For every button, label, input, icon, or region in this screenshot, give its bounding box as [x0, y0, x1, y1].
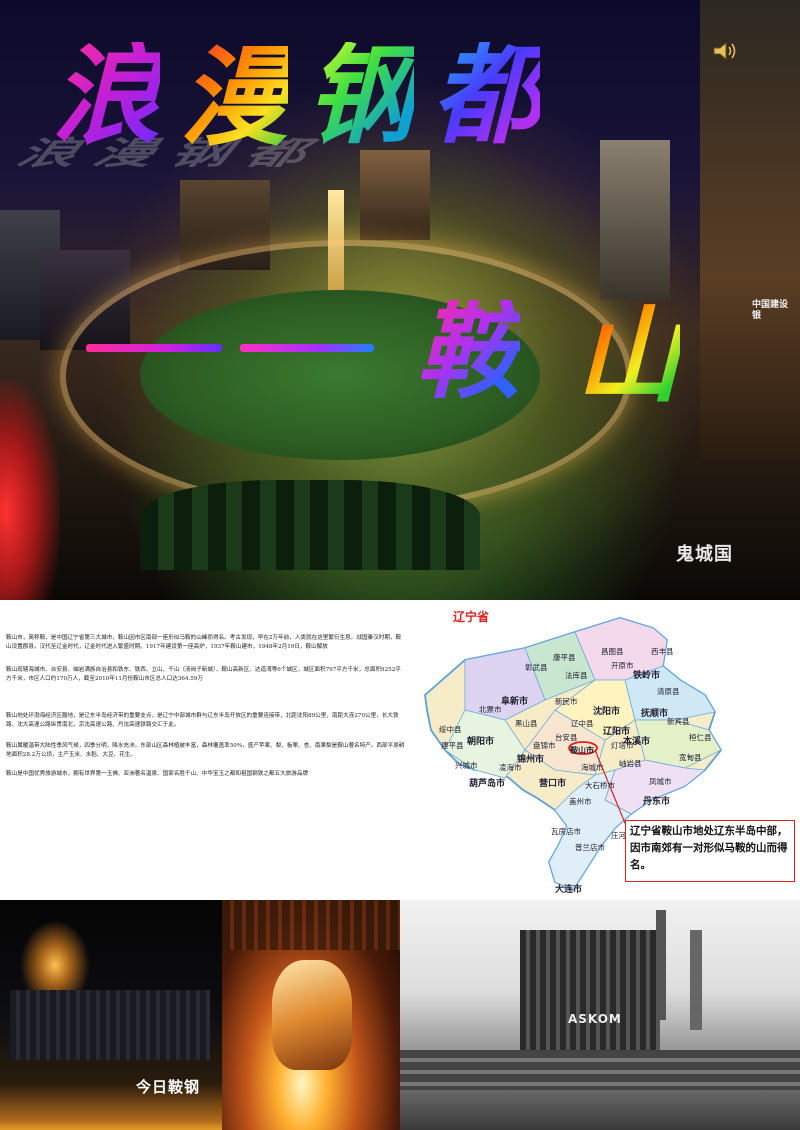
watermark-logo: 鬼城国	[676, 544, 733, 565]
map-callout: 辽宁省鞍山市地处辽东半岛中部，因市南郊有一对形似马鞍的山而得名。	[625, 820, 795, 882]
intro-paragraph-5: 鞍山是中国优秀旅游城市，拥有世界第一玉佛、亚洲著名温泉、国家名胜千山、中华宝玉之…	[6, 771, 309, 777]
intro-paragraph-3: 鞍山地处环渤海经济区腹地，是辽东半岛经济带的重要支点，是辽宁中部城市群与辽东半岛…	[6, 713, 399, 728]
hero-night-city-photo: 中国建设银 浪漫钢都 浪 漫 钢 都 —— 鞍 山 鬼城国	[0, 0, 800, 600]
subtitle-char-2: 山	[576, 294, 681, 417]
pipes	[400, 1050, 800, 1090]
molten-steel-photo	[222, 900, 400, 1130]
frame-beams	[222, 900, 400, 950]
map-label: 兴城市	[455, 761, 478, 770]
building-right	[600, 140, 670, 300]
map-label: 盘锦市	[533, 741, 556, 750]
title-char-2: 漫	[180, 35, 289, 161]
map-label: 昌图县	[601, 647, 624, 656]
intro-paragraph-1: 鞍山市，简称鞍，是中国辽宁省第三大城市，鞍山因市区南部一座形似马鞍的山峰而得名。…	[6, 635, 402, 650]
map-label: 鞍山市	[570, 746, 594, 755]
map-label: 朝阳市	[467, 737, 495, 747]
map-label: 营口市	[539, 779, 567, 789]
map-label: 彰武县	[525, 663, 548, 672]
plant-sign: ASKOM	[568, 1012, 622, 1026]
map-label: 西丰县	[651, 647, 674, 656]
map-label: 普兰店市	[575, 843, 605, 852]
map-label: 清原县	[657, 687, 680, 696]
map-label: 大连市	[555, 885, 583, 895]
map-label: 新宾县	[667, 717, 690, 726]
title-char-4: 都	[432, 33, 541, 159]
map-label: 康平县	[553, 653, 576, 662]
map-label: 辽中县	[571, 719, 594, 728]
ladle	[272, 960, 352, 1070]
subtitle-dash-2	[240, 344, 374, 352]
map-label: 法库县	[565, 671, 588, 680]
left-red-glow	[0, 380, 60, 600]
map-label: 铁岭市	[633, 671, 661, 681]
building-right-tall	[700, 0, 800, 460]
liaoning-map-panel: 辽宁省 阜新市 沈阳市 抚顺市 铁岭市 朝阳市 锦州市 鞍山市 本溪市 辽阳市 …	[405, 600, 800, 900]
intro-text-panel: 鞍山市，简称鞍，是中国辽宁省第三大城市，鞍山因市区南部一座形似马鞍的山峰而得名。…	[0, 600, 405, 900]
old-steel-works-photo: ASKOM	[400, 900, 800, 1130]
map-label: 葫芦岛市	[469, 779, 506, 789]
subtitle-dash-text: ——	[0, 0, 1, 1]
map-label: 抚顺市	[641, 709, 669, 719]
photo-caption: 今日鞍钢	[136, 1078, 201, 1096]
map-label: 新民市	[555, 697, 578, 706]
title-char-1: 浪	[52, 33, 161, 159]
map-label: 绥中县	[439, 725, 462, 734]
chimney-2	[690, 930, 702, 1030]
map-label: 海城市	[581, 763, 604, 772]
building-center-2	[360, 150, 430, 240]
map-label: 开原市	[611, 661, 634, 670]
map-label: 瓦房店市	[551, 827, 581, 836]
map-label: 黑山县	[515, 719, 538, 728]
subtitle-char-1: 鞍	[416, 290, 521, 413]
map-label: 丹东市	[643, 797, 671, 807]
map-label: 桓仁县	[689, 733, 712, 742]
map-label: 凌海市	[499, 763, 522, 772]
speaker-icon[interactable]	[712, 40, 738, 62]
bank-sign: 中国建设银	[752, 300, 789, 321]
map-label: 凤城市	[649, 777, 672, 786]
map-label: 盖州市	[569, 797, 592, 806]
map-label: 台安县	[555, 733, 578, 742]
map-label: 沈阳市	[593, 707, 621, 717]
map-label: 辽阳市	[603, 727, 631, 737]
map-label: 灯塔市	[611, 741, 634, 750]
map-label: 岫岩县	[619, 759, 642, 768]
map-label: 北票市	[479, 705, 502, 714]
trees	[140, 480, 480, 570]
map-label: 建平县	[441, 741, 464, 750]
subtitle-dash-1	[86, 344, 222, 352]
intro-paragraph-4: 鞍山属暖温带大陆性季风气候，四季分明，降水充沛。东部山区森林植被丰富，森林覆盖率…	[6, 743, 405, 758]
plant-structure	[10, 990, 210, 1060]
title-char-3: 钢	[306, 33, 415, 159]
intro-paragraph-2: 鞍山现辖海城市、台安县、岫岩满族自治县和铁东、铁西、立山、千山（汤岗子新城）、鞍…	[6, 667, 401, 682]
map-label: 宽甸县	[679, 753, 702, 762]
map-label: 阜新市	[501, 697, 529, 707]
map-label: 大石桥市	[585, 781, 615, 790]
steel-plant-night-photo: 今日鞍钢	[0, 900, 222, 1130]
